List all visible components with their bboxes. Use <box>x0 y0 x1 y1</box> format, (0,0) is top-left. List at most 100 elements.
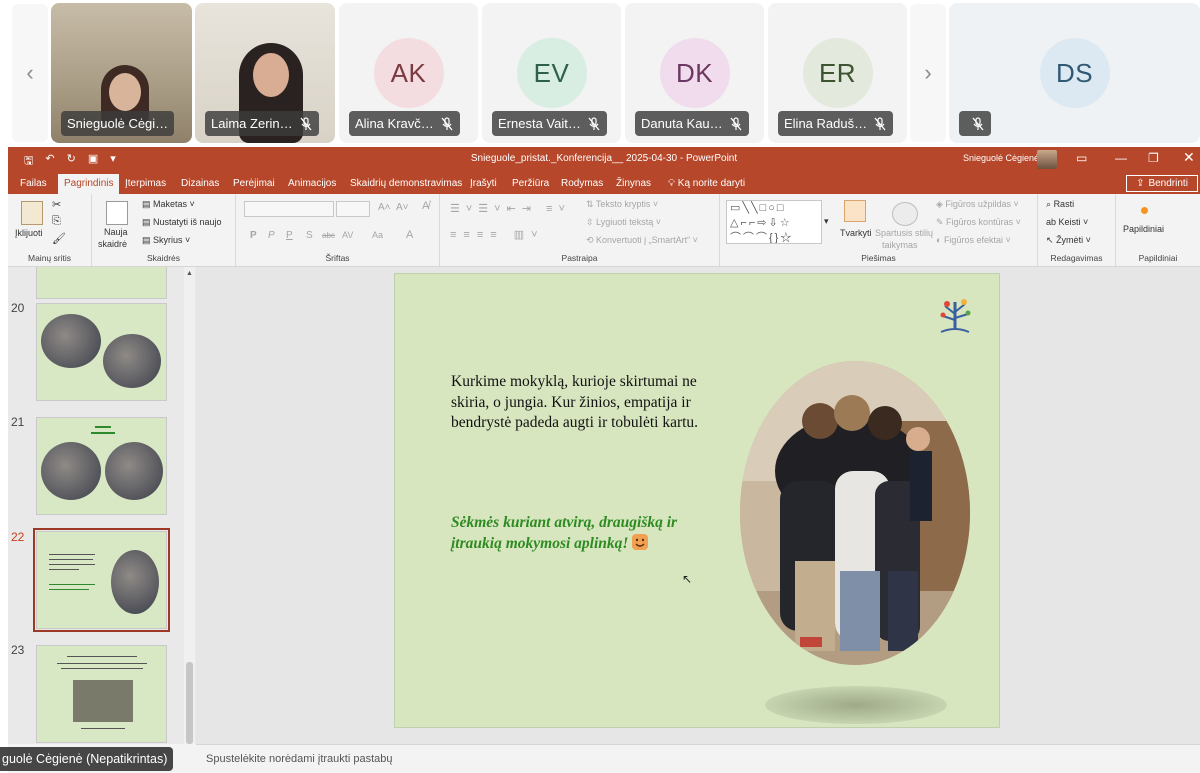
format-painter-icon[interactable]: 🖌︎ <box>52 232 66 245</box>
thumbnail-text <box>81 728 125 729</box>
clipboard-label: Mainų sritis <box>28 253 71 263</box>
quick-styles-icon[interactable] <box>892 202 918 226</box>
thumbnail-photo <box>41 314 101 368</box>
close-icon[interactable]: ✕ <box>1183 149 1195 166</box>
list-buttons[interactable]: ☰˅☰˅⇤⇥ ≡˅ <box>450 202 571 215</box>
character-spacing-button[interactable]: AV <box>342 230 353 240</box>
participant-tile-4[interactable]: EV Ernesta Vait… <box>482 3 621 143</box>
restore-icon[interactable]: ❐ <box>1148 151 1159 165</box>
tab-review[interactable]: Peržiūra <box>512 178 549 189</box>
tab-transitions[interactable]: Perėjimai <box>233 178 275 189</box>
thumbnail-text <box>49 554 95 555</box>
participant-tile-6[interactable]: ER Elina Raduš… <box>768 3 907 143</box>
align-buttons[interactable]: ≡≡≡≡ ▥˅ <box>450 228 545 241</box>
slide-thumbnail-22[interactable] <box>33 528 170 632</box>
participant-tile-5[interactable]: DK Danuta Kau… <box>625 3 764 143</box>
select-button[interactable]: ↖ Žymėti ˅ <box>1046 235 1091 246</box>
new-slide-button-label[interactable]: skaidrė <box>98 239 127 249</box>
tab-record[interactable]: Įrašyti <box>470 178 497 189</box>
shapes-more-icon[interactable]: ▾ <box>824 216 829 227</box>
shape-effects-button[interactable]: ◐ Figūros efektai ˅ <box>936 235 1011 245</box>
shrink-font-icon[interactable]: A˅ <box>396 202 409 213</box>
slide-thumbnail-23[interactable] <box>36 645 167 743</box>
shapes-gallery[interactable]: ▭╲╲□○□ △⌐⌐⇨⇩☆ ⌒⌒⌒{}☆ <box>726 200 822 244</box>
tab-insert[interactable]: Įterpimas <box>125 178 166 189</box>
tell-me-search[interactable]: 💡︎ Ką norite daryti <box>668 178 745 189</box>
account-name[interactable]: Snieguolė Cėgienė <box>963 153 1039 163</box>
slide-closing-text[interactable]: Sėkmės kuriant atvirą, draugišką ir įtra… <box>451 513 721 554</box>
avatar: EV <box>516 38 587 108</box>
change-case-button[interactable]: Aa <box>372 230 383 240</box>
paste-button[interactable]: Įklijuoti <box>15 228 43 238</box>
tab-home[interactable]: Pagrindinis <box>58 174 120 194</box>
slide-thumbnail-19[interactable] <box>36 267 167 299</box>
tab-view[interactable]: Rodymas <box>561 178 603 189</box>
shadow-button[interactable]: S <box>306 230 313 241</box>
grow-font-icon[interactable]: A˄ <box>378 202 391 213</box>
strip-prev-button[interactable]: ‹ <box>12 4 48 142</box>
font-name-input[interactable] <box>244 201 334 217</box>
copy-icon[interactable]: ⎘ <box>52 215 61 228</box>
tab-help[interactable]: Žinynas <box>616 178 651 189</box>
scroll-up-icon[interactable]: ▲ <box>186 270 193 277</box>
font-color-button[interactable]: A <box>406 229 413 241</box>
quick-styles-button[interactable]: Spartusis stilių <box>875 228 933 238</box>
font-size-input[interactable] <box>336 201 370 217</box>
text-direction-button[interactable]: ⇅ Teksto kryptis ˅ <box>586 199 658 210</box>
account-photo[interactable] <box>1037 150 1057 169</box>
strip-next-button[interactable]: › <box>910 4 946 142</box>
find-button[interactable]: ⌕ Rasti <box>1046 199 1074 210</box>
avatar: DS <box>1039 38 1110 108</box>
clear-formatting-icon[interactable]: A̸ <box>422 200 429 212</box>
paste-icon[interactable] <box>21 201 43 225</box>
cut-icon[interactable]: ✂ <box>52 198 61 211</box>
underline-button[interactable]: P <box>286 230 293 241</box>
layout-button[interactable]: ▤ Maketas ˅ <box>142 199 195 210</box>
addins-icon[interactable] <box>1141 207 1148 214</box>
participant-tile-2[interactable]: Laima Zerin… <box>195 3 335 143</box>
participant-tile-3[interactable]: AK Alina Kravč… <box>339 3 478 143</box>
tab-animations[interactable]: Animacijos <box>288 178 336 189</box>
minimize-icon[interactable]: — <box>1115 151 1127 165</box>
chevron-right-icon: › <box>924 60 932 85</box>
section-button[interactable]: ▤ Skyrius ˅ <box>142 235 190 246</box>
reset-button[interactable]: ▤ Nustatyti iš naujo <box>142 217 222 228</box>
tab-file[interactable]: Failas <box>20 178 47 189</box>
ribbon-tabs: Failas Pagrindinis Įterpimas Dizainas Pe… <box>8 172 1200 194</box>
slide-thumbnail-20[interactable] <box>36 303 167 401</box>
bold-button[interactable]: P <box>250 230 257 241</box>
replace-button[interactable]: ab Keisti ˅ <box>1046 217 1088 227</box>
shape-outline-button[interactable]: ✎ Figūros kontūras ˅ <box>936 217 1021 228</box>
slide-body-text[interactable]: Kurkime mokyklą, kurioje skirtumai ne sk… <box>451 372 713 434</box>
thumbnail-photo <box>73 680 133 722</box>
scrollbar-thumb[interactable] <box>186 662 193 744</box>
new-slide-icon[interactable] <box>106 201 128 225</box>
meeting-screen: ‹ Snieguolė Cėgi… Laima Zerin… AK Alina … <box>0 0 1200 773</box>
strikethrough-button[interactable]: abc <box>322 231 335 240</box>
convert-smartart-button[interactable]: ⟲ Konvertuoti į „SmartArt“ ˅ <box>586 235 698 246</box>
participant-tile-7[interactable]: DS <box>949 3 1200 143</box>
notes-pane[interactable]: Spustelėkite norėdami įtraukti pastabų <box>196 744 1200 773</box>
arrange-icon[interactable] <box>844 200 866 222</box>
quick-styles-label[interactable]: taikymas <box>882 240 918 250</box>
editing-label: Redagavimas <box>1050 253 1103 263</box>
arrange-button[interactable]: Tvarkyti <box>840 228 872 238</box>
mic-off-icon <box>299 116 313 131</box>
thumbnail-scrollbar[interactable]: ▲ <box>184 267 195 744</box>
align-text-button[interactable]: ⇳ Lygiuoti tekstą ˅ <box>586 217 661 228</box>
addins-button[interactable]: Papildiniai <box>1123 224 1164 234</box>
thumbnail-title <box>91 432 115 434</box>
tab-design[interactable]: Dizainas <box>181 178 219 189</box>
italic-button[interactable]: P <box>268 230 275 241</box>
current-slide[interactable]: Kurkime mokyklą, kurioje skirtumai ne sk… <box>394 273 1000 728</box>
group-hug-photo[interactable] <box>740 361 970 665</box>
slide-number: 21 <box>11 415 25 429</box>
slide-thumbnail-21[interactable] <box>36 417 167 515</box>
tab-slideshow[interactable]: Skaidrių demonstravimas <box>350 178 462 189</box>
participant-tile-1[interactable]: Snieguolė Cėgi… <box>51 3 192 143</box>
ribbon-display-options-icon[interactable]: ▭ <box>1076 151 1087 165</box>
new-slide-button[interactable]: Nauja <box>104 227 128 237</box>
ribbon: Įklijuoti ✂ ⎘ 🖌︎ Mainų sritis Nauja skai… <box>8 194 1200 267</box>
shape-fill-button[interactable]: ◈ Figūros užpildas ˅ <box>936 199 1019 210</box>
share-button[interactable]: ⇪ Bendrinti <box>1126 175 1198 192</box>
